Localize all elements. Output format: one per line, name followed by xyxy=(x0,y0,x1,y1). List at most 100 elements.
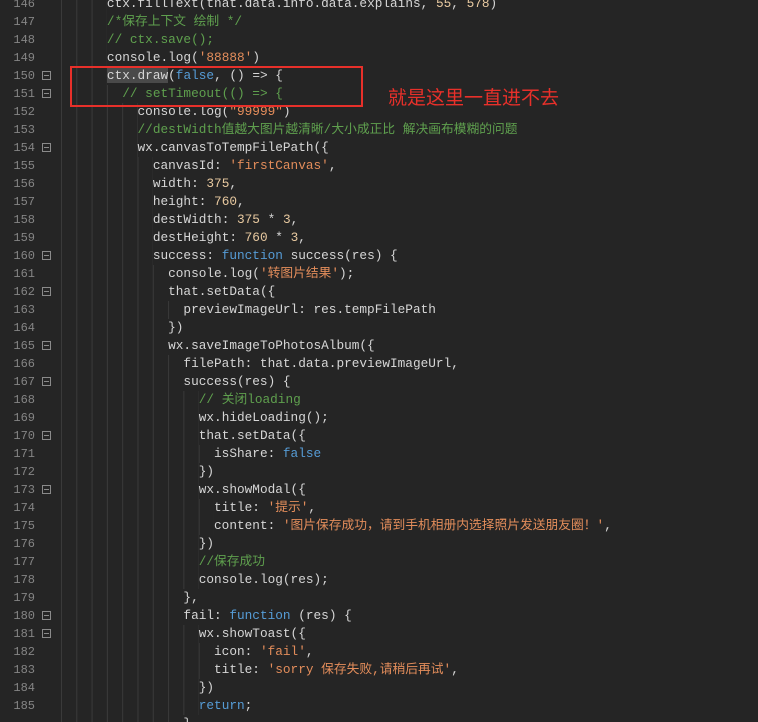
line-number: 166 xyxy=(13,357,35,371)
code-line[interactable]: 171 isShare: false xyxy=(0,445,758,463)
indent-guide xyxy=(61,463,199,481)
code-line[interactable]: 156 width: 375, xyxy=(0,175,758,193)
line-number: 147 xyxy=(13,15,35,29)
line-number: 173 xyxy=(13,483,35,497)
code-token: false xyxy=(175,68,215,83)
code-line[interactable]: 181 wx.showToast({ xyxy=(0,625,758,643)
code-line[interactable]: 153 //destWidth值越大图片越清晰/大小成正比 解决画布模糊的问题 xyxy=(0,121,758,139)
code-line[interactable]: 151 // setTimeout(() => { xyxy=(0,85,758,103)
code-line[interactable]: 166 filePath: that.data.previewImageUrl, xyxy=(0,355,758,373)
code-line[interactable]: 183 title: 'sorry 保存失败,请稍后再试', xyxy=(0,661,758,679)
code-text: }) xyxy=(61,463,214,481)
line-number: 164 xyxy=(13,321,35,335)
code-line[interactable]: 178 console.log(res); xyxy=(0,571,758,589)
code-text: // 关闭loading xyxy=(61,391,301,409)
code-line[interactable]: 167 success(res) { xyxy=(0,373,758,391)
code-line[interactable]: 148 // ctx.save(); xyxy=(0,31,758,49)
code-text: filePath: that.data.previewImageUrl, xyxy=(61,355,459,373)
fold-collapse-icon[interactable] xyxy=(42,485,51,494)
fold-collapse-icon[interactable] xyxy=(42,629,51,638)
code-text: title: '提示', xyxy=(61,499,316,517)
code-text: height: 760, xyxy=(61,193,245,211)
code-line[interactable]: 170 that.setData({ xyxy=(0,427,758,445)
code-token: 'sorry 保存失败,请稍后再试' xyxy=(267,662,452,677)
code-line[interactable]: 147 /*保存上下文 绘制 */ xyxy=(0,13,758,31)
code-text: destWidth: 375 * 3, xyxy=(61,211,298,229)
code-editor[interactable]: 146 ctx.fillText(that.data.info.data.exp… xyxy=(0,0,758,722)
indent-guide xyxy=(61,571,199,589)
code-line[interactable]: 157 height: 760, xyxy=(0,193,758,211)
fold-collapse-icon[interactable] xyxy=(42,251,51,260)
fold-collapse-icon[interactable] xyxy=(42,377,51,386)
code-line[interactable]: 177 //保存成功 xyxy=(0,553,758,571)
indent-guide xyxy=(61,49,107,67)
code-text: //保存成功 xyxy=(61,553,265,571)
code-token: * xyxy=(259,212,283,227)
indent-guide xyxy=(61,445,215,463)
line-number: 171 xyxy=(13,447,35,461)
code-token: wx.hideLoading(); xyxy=(198,410,329,425)
code-line[interactable]: 159 destHeight: 760 * 3, xyxy=(0,229,758,247)
code-line[interactable]: 146 ctx.fillText(that.data.info.data.exp… xyxy=(0,0,758,13)
code-text: } xyxy=(61,715,191,722)
code-token: width: xyxy=(152,176,207,191)
code-line[interactable]: 169 wx.hideLoading(); xyxy=(0,409,758,427)
code-text: destHeight: 760 * 3, xyxy=(61,229,306,247)
indent-guide xyxy=(61,0,107,13)
code-line[interactable]: 182 icon: 'fail', xyxy=(0,643,758,661)
indent-guide xyxy=(61,661,215,679)
selected-text: ctx.draw xyxy=(106,68,169,83)
code-line[interactable]: 176 }) xyxy=(0,535,758,553)
code-line[interactable]: 150 ctx.draw(false, () => { xyxy=(0,67,758,85)
code-line[interactable]: 155 canvasId: 'firstCanvas', xyxy=(0,157,758,175)
code-token: canvasId: xyxy=(152,158,230,173)
code-token: 578 xyxy=(466,0,490,11)
line-number: 161 xyxy=(13,267,35,281)
code-line[interactable]: 179 }, xyxy=(0,589,758,607)
code-line[interactable]: 168 // 关闭loading xyxy=(0,391,758,409)
indent-guide xyxy=(61,283,169,301)
code-line[interactable]: 165 wx.saveImageToPhotosAlbum({ xyxy=(0,337,758,355)
code-token: '图片保存成功，请到手机相册内选择照片发送朋友圈！' xyxy=(282,518,605,533)
code-line[interactable]: 162 that.setData({ xyxy=(0,283,758,301)
line-number: 150 xyxy=(13,69,35,83)
code-token: that.setData({ xyxy=(168,284,276,299)
code-token: success(res) { xyxy=(282,248,398,263)
code-line[interactable]: 152 console.log("99999") xyxy=(0,103,758,121)
code-token: wx.showToast({ xyxy=(198,626,306,641)
code-line[interactable]: 164 }) xyxy=(0,319,758,337)
code-token: , xyxy=(229,176,238,191)
code-token: }) xyxy=(198,464,215,479)
code-line[interactable]: 160 success: function success(res) { xyxy=(0,247,758,265)
fold-collapse-icon[interactable] xyxy=(42,71,51,80)
code-line[interactable]: 180 fail: function (res) { xyxy=(0,607,758,625)
fold-collapse-icon[interactable] xyxy=(42,89,51,98)
code-line[interactable]: 185 return; xyxy=(0,697,758,715)
fold-collapse-icon[interactable] xyxy=(42,611,51,620)
code-line[interactable]: 175 content: '图片保存成功，请到手机相册内选择照片发送朋友圈！', xyxy=(0,517,758,535)
fold-collapse-icon[interactable] xyxy=(42,341,51,350)
code-line[interactable]: 184 }) xyxy=(0,679,758,697)
fold-collapse-icon[interactable] xyxy=(42,431,51,440)
code-token: }) xyxy=(198,536,215,551)
code-line[interactable]: 174 title: '提示', xyxy=(0,499,758,517)
indent-guide xyxy=(61,715,184,722)
code-line[interactable]: 172 }) xyxy=(0,463,758,481)
code-line[interactable]: 163 previewImageUrl: res.tempFilePath xyxy=(0,301,758,319)
code-line[interactable]: } xyxy=(0,715,758,722)
code-line[interactable]: 154 wx.canvasToTempFilePath({ xyxy=(0,139,758,157)
fold-collapse-icon[interactable] xyxy=(42,143,51,152)
code-token: , xyxy=(298,230,306,245)
code-line[interactable]: 149 console.log('88888') xyxy=(0,49,758,67)
fold-collapse-icon[interactable] xyxy=(42,287,51,296)
indent-guide xyxy=(61,139,138,157)
indent-guide xyxy=(61,535,199,553)
code-text: icon: 'fail', xyxy=(61,643,314,661)
indent-guide xyxy=(61,265,169,283)
indent-guide xyxy=(61,679,199,697)
code-line[interactable]: 173 wx.showModal({ xyxy=(0,481,758,499)
code-token: fail: xyxy=(183,608,230,623)
code-line[interactable]: 161 console.log('转图片结果'); xyxy=(0,265,758,283)
code-token: 760 xyxy=(244,230,268,245)
code-line[interactable]: 158 destWidth: 375 * 3, xyxy=(0,211,758,229)
